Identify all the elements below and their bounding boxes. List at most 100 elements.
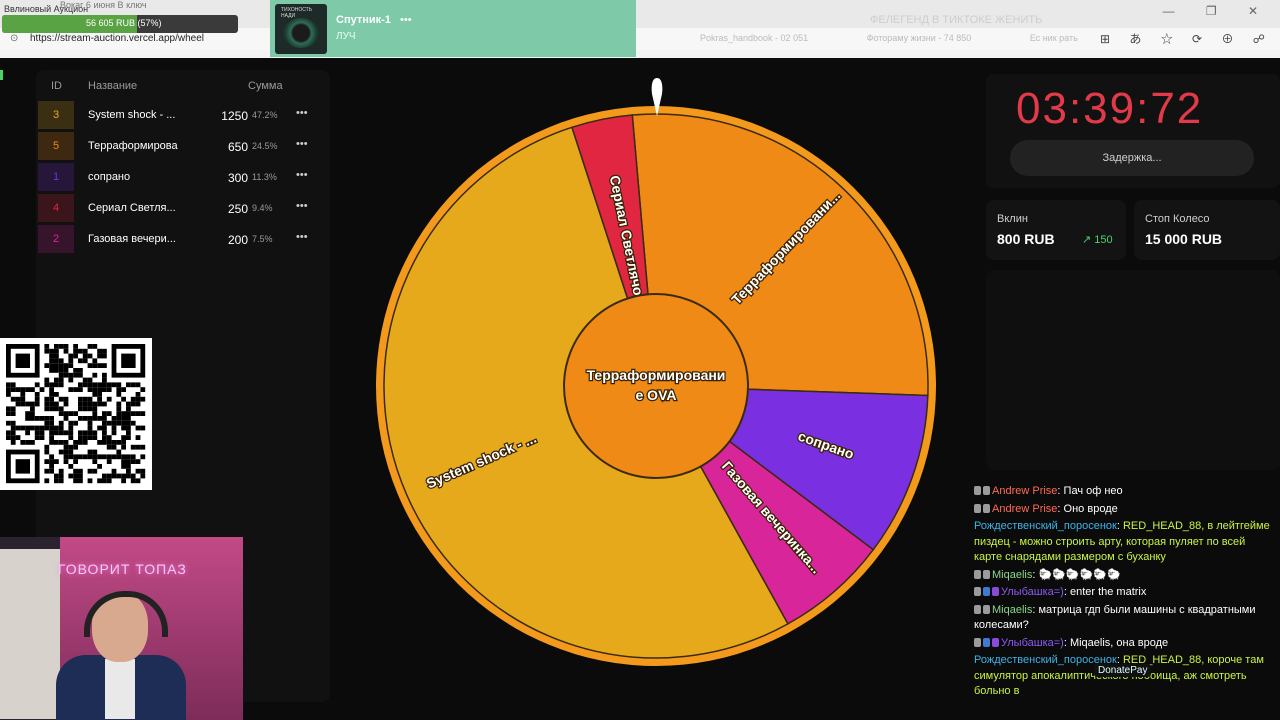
qr-module [92,459,98,464]
qr-module [126,454,131,460]
chat-author[interactable]: Рождественский_поросенок [974,520,1117,532]
table-row[interactable]: 1 сопрано 300 11.3% ••• [38,163,318,191]
qr-module [106,420,112,426]
qr-module [78,406,83,412]
chat-author[interactable]: Улыбашка=) [1001,586,1064,598]
qr-module [58,358,64,364]
toolbar-icons[interactable]: ⊞ あ ☆ ⟳ ⊕ ☍ ◉ [1100,30,1280,47]
more-options-icon[interactable]: ••• [296,200,308,212]
qr-module [73,444,78,450]
chat-message: Miqaelis: 🐑🐑🐑🐑🐑🐑 [974,568,1274,584]
qr-module [135,478,141,484]
qr-module [87,420,93,426]
more-options-icon[interactable]: ••• [296,138,308,150]
lot-name[interactable]: сопрано [88,171,184,183]
qr-module [54,473,59,479]
qr-module [92,344,98,349]
qr-module [73,368,78,373]
fortune-wheel[interactable]: Терраформировани...сопраноГазовая вечери… [370,100,942,672]
qr-module [121,411,126,416]
progress-text: 56 605 RUB (57%) [86,18,162,28]
chat-author[interactable]: Miqaelis [992,569,1032,581]
qr-module [102,401,107,407]
chat-author[interactable]: Miqaelis [992,604,1032,616]
webcam-feed: ГОВОРИТ ТОПАЗ [0,537,243,720]
qr-module [34,416,40,421]
qr-module [63,344,69,349]
wheel-hub[interactable] [563,293,749,479]
qr-module [82,416,88,421]
qr-module [97,363,102,368]
qr-module [54,459,59,464]
qr-module [68,435,74,440]
qr-module [49,454,54,460]
lot-name[interactable]: System shock - ... [88,109,184,121]
table-row[interactable]: 3 System shock - ... 1250 47.2% ••• [38,101,318,129]
qr-module [30,406,35,412]
qr-code [0,338,152,490]
url-text[interactable]: https://stream-auction.vercel.app/wheel [30,33,204,44]
lot-name[interactable]: Газовая вечери... [88,233,184,245]
qr-module [121,473,126,479]
qr-module [39,425,45,431]
qr-module [44,396,50,402]
qr-module [102,478,107,484]
qr-module [102,353,107,359]
chat-author[interactable]: Улыбашка=) [1001,637,1064,649]
more-options-icon[interactable]: ••• [296,107,308,119]
window-controls[interactable]: — ❐ ✕ [1163,4,1272,18]
chat-message: Miqaelis: матрица гдп были машины с квад… [974,603,1274,634]
lot-amount[interactable]: 300 [210,171,248,185]
table-row[interactable]: 2 Газовая вечери... 200 7.5% ••• [38,225,318,253]
qr-module [92,430,98,436]
qr-module [111,440,117,445]
qr-module [82,358,88,364]
site-info-icon[interactable]: ⊙ [10,33,18,44]
column-header-name: Название [88,80,138,92]
lot-amount[interactable]: 250 [210,202,248,216]
qr-module [111,468,117,474]
bookmark-item[interactable]: Ес ник рать [1030,33,1078,43]
tab-title-blur[interactable]: Вокаг 6 июня В ключ [60,0,147,10]
side-accent [0,70,3,80]
chat-author[interactable]: Andrew Prise [992,503,1057,515]
bookmark-item[interactable]: Фотораму жизни - 74 850 [867,33,972,43]
delay-button[interactable]: Задержка... [1010,140,1254,176]
track-dots: ••• [400,14,412,26]
qr-module [116,449,122,455]
qr-module [58,478,64,484]
badge-icon [983,604,990,614]
qr-module [130,459,136,464]
qr-module [68,353,74,359]
shirt-stripe [105,659,135,719]
qr-module [92,435,98,440]
qr-module [78,416,83,421]
table-row[interactable]: 4 Сериал Светля... 250 9.4% ••• [38,194,318,222]
chat-text: Пач оф нео [1063,485,1123,497]
qr-module [15,401,21,407]
qr-module [82,382,88,388]
more-options-icon[interactable]: ••• [296,169,308,181]
bookmark-item[interactable]: Pokras_handbook - 02 051 [700,33,808,43]
qr-module [97,478,102,484]
qr-module [73,348,78,354]
qr-module [97,440,102,445]
qr-module [73,473,78,479]
lot-amount[interactable]: 200 [210,233,248,247]
chat-author[interactable]: Andrew Prise [992,485,1057,497]
album-art-icon [283,18,319,48]
lot-name[interactable]: Терраформирова [88,140,184,152]
qr-module [10,425,16,431]
lot-amount[interactable]: 650 [210,140,248,154]
lot-amount[interactable]: 1250 [210,109,248,123]
qr-module [106,473,112,479]
more-options-icon[interactable]: ••• [296,231,308,243]
lot-name[interactable]: Сериал Светля... [88,202,184,214]
table-row[interactable]: 5 Терраформирова 650 24.5% ••• [38,132,318,160]
qr-module [130,382,136,388]
qr-module [82,406,88,412]
qr-module [6,420,11,426]
qr-module [82,396,88,402]
qr-module [54,430,59,436]
qr-module [140,396,146,402]
